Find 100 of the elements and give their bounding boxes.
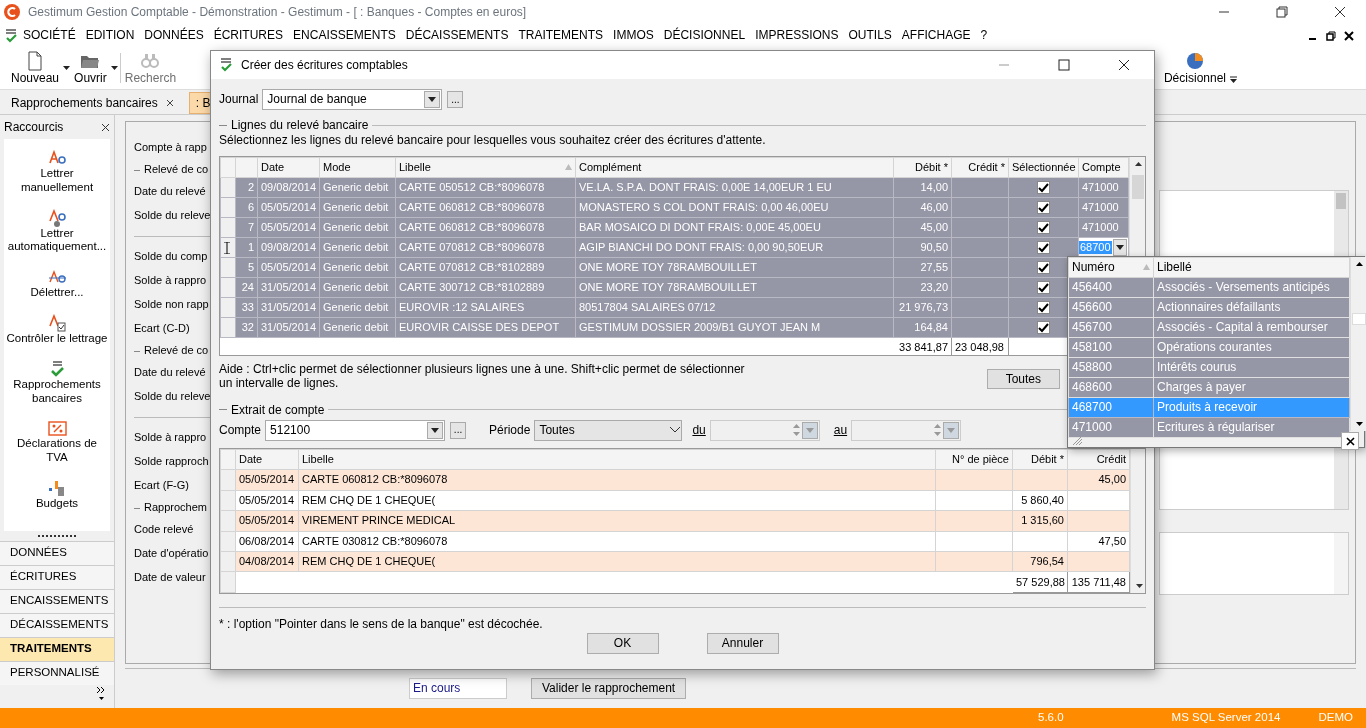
- column-header[interactable]: Compte: [1078, 157, 1129, 178]
- menu-item[interactable]: ÉCRITURES: [208, 28, 289, 43]
- column-header[interactable]: Débit *: [1012, 449, 1068, 470]
- status-text: MS SQL Server 2014: [1171, 711, 1281, 725]
- close-icon[interactable]: [1334, 6, 1346, 18]
- combo-box[interactable]: Journal de banque: [262, 89, 443, 110]
- scrollbar[interactable]: [1334, 533, 1348, 594]
- scroll-thumb[interactable]: [1352, 313, 1366, 325]
- checkbox[interactable]: [1037, 281, 1050, 295]
- column-header[interactable]: Complément: [575, 157, 894, 178]
- shortcut-item[interactable]: Contrôler le lettrage: [4, 310, 110, 350]
- bar-chart-icon: [47, 478, 67, 497]
- checkbox[interactable]: [1037, 201, 1050, 215]
- shortcut-item[interactable]: Délettrer...: [28, 264, 86, 304]
- filter-check-icon: [4, 27, 18, 44]
- caret-icon[interactable]: [1229, 76, 1238, 84]
- menu-item[interactable]: IMMOS: [608, 28, 659, 43]
- dialog-button[interactable]: Annuler: [706, 633, 779, 654]
- select-all-button[interactable]: Toutes: [986, 368, 1060, 390]
- scrollbar[interactable]: [1130, 448, 1145, 593]
- close-icon[interactable]: [1344, 30, 1354, 41]
- toolbar-button[interactable]: Ouvrir: [71, 48, 110, 88]
- sidebar-section[interactable]: PERSONNALISÉ: [0, 661, 114, 685]
- checkbox[interactable]: [1037, 241, 1050, 255]
- browse-button[interactable]: ...: [447, 91, 464, 108]
- validate-button[interactable]: Valider le rapprochement: [531, 678, 687, 699]
- caret-icon[interactable]: [62, 65, 72, 71]
- sidebar-section[interactable]: DONNÉES: [0, 541, 114, 565]
- caret-icon[interactable]: [109, 65, 119, 71]
- column-header[interactable]: Date: [257, 157, 320, 178]
- close-icon[interactable]: [1118, 59, 1130, 71]
- combo-box[interactable]: 512100: [265, 419, 446, 441]
- column-header[interactable]: Libelle: [298, 449, 936, 470]
- column-header[interactable]: Mode: [319, 157, 396, 178]
- scrollbar[interactable]: [1350, 257, 1366, 431]
- shortcut-item[interactable]: Déclarations de TVA: [4, 415, 110, 469]
- menu-item[interactable]: DONNÉES: [139, 28, 209, 43]
- column-header[interactable]: Crédit *: [951, 157, 1009, 178]
- table-cell: REM CHQ DE 1 CHEQUE(: [298, 490, 936, 511]
- table-cell: 5 860,40: [1012, 490, 1068, 511]
- column-header[interactable]: Crédit: [1067, 449, 1130, 470]
- status-field[interactable]: En cours: [409, 678, 507, 699]
- date-field[interactable]: [709, 419, 820, 441]
- shortcut-item[interactable]: Budgets: [33, 474, 81, 515]
- column-header[interactable]: Sélectionnée: [1008, 157, 1079, 178]
- sort-icon: [565, 164, 572, 171]
- close-button[interactable]: [1341, 432, 1359, 450]
- table-cell: 05/05/2014: [235, 490, 299, 511]
- menu-item[interactable]: ENCAISSEMENTS: [288, 28, 401, 43]
- toolbar-button[interactable]: Décisionnel: [1160, 48, 1229, 88]
- menu-item[interactable]: SOCIÉTÉ: [18, 28, 81, 43]
- dropdown-button[interactable]: [424, 91, 441, 108]
- scroll-thumb[interactable]: [1336, 193, 1346, 209]
- checkbox[interactable]: [1037, 221, 1050, 235]
- menu-item[interactable]: OUTILS: [843, 28, 897, 43]
- chevron-down-icon: [669, 426, 682, 435]
- chevron-icon[interactable]: [96, 685, 106, 701]
- date-field[interactable]: [851, 419, 962, 441]
- browse-button[interactable]: ...: [450, 421, 467, 439]
- check-icon: [1037, 302, 1050, 314]
- field-label: Date du relevé: [134, 184, 206, 199]
- column-header[interactable]: N° de pièce: [935, 449, 1013, 470]
- column-header[interactable]: Numéro: [1068, 257, 1154, 278]
- checkbox[interactable]: [1037, 321, 1050, 335]
- shortcut-item[interactable]: Lettrer manuellement: [4, 145, 110, 199]
- text-cursor-icon: [224, 241, 230, 254]
- percent-icon: [47, 419, 67, 438]
- menu-item[interactable]: DÉCAISSEMENTS: [400, 28, 514, 43]
- restore-icon[interactable]: [1326, 30, 1336, 41]
- toolbar-button[interactable]: Nouveau: [8, 48, 63, 88]
- menu-item[interactable]: DÉCISIONNEL: [658, 28, 751, 43]
- sidebar-section[interactable]: TRAITEMENTS: [0, 637, 114, 661]
- shortcut-item[interactable]: Lettrer automatiquement...: [4, 204, 110, 259]
- sidebar-section[interactable]: ENCAISSEMENTS: [0, 589, 114, 613]
- field-label: Code relevé: [134, 522, 194, 537]
- menu-item[interactable]: EDITION: [80, 28, 140, 43]
- checkbox[interactable]: [1037, 181, 1050, 195]
- close-icon[interactable]: [165, 98, 174, 107]
- column-header[interactable]: Débit *: [893, 157, 952, 178]
- menu-item[interactable]: IMPRESSIONS: [750, 28, 844, 43]
- close-icon[interactable]: [101, 122, 110, 132]
- checkbox[interactable]: [1037, 301, 1050, 315]
- sidebar-section[interactable]: ÉCRITURES: [0, 565, 114, 589]
- dropdown-button[interactable]: [427, 421, 444, 439]
- menu-item[interactable]: ?: [975, 28, 993, 43]
- column-header[interactable]: Libelle: [395, 157, 576, 178]
- period-select[interactable]: Toutes: [534, 419, 683, 441]
- sidebar-section[interactable]: DÉCAISSEMENTS: [0, 613, 114, 637]
- dropdown-button[interactable]: [1112, 238, 1127, 256]
- scroll-thumb[interactable]: [1132, 174, 1144, 199]
- maximize-icon[interactable]: [1058, 59, 1070, 71]
- resize-grip-icon[interactable]: [1072, 436, 1084, 446]
- checkbox[interactable]: [1037, 261, 1050, 275]
- column-header[interactable]: Libellé: [1153, 257, 1350, 278]
- menu-item[interactable]: TRAITEMENTS: [513, 28, 609, 43]
- column-header[interactable]: Date: [235, 449, 299, 470]
- menu-item[interactable]: AFFICHAGE: [896, 28, 976, 43]
- dialog-button[interactable]: OK: [586, 633, 659, 654]
- shortcut-item[interactable]: Rapprochements bancaires: [4, 355, 110, 410]
- window-title: Gestimum Gestion Comptable - Démonstration - Gestimum - [ : Banques - Comptes en euros]: [28, 4, 528, 20]
